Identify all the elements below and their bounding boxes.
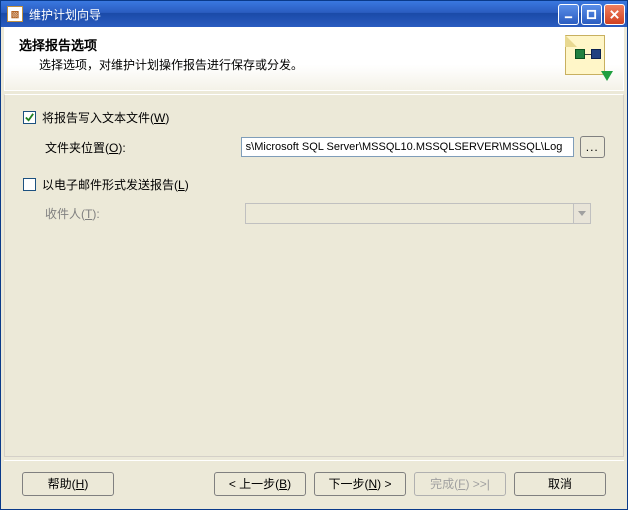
app-icon: ▧: [7, 6, 23, 22]
chevron-down-icon: [578, 211, 586, 216]
close-button[interactable]: [604, 4, 625, 25]
cancel-button[interactable]: 取消: [514, 472, 606, 496]
recipient-row: 收件人(T):: [45, 203, 605, 224]
recipient-combo-text: [246, 204, 573, 223]
wizard-window: ▧ 维护计划向导 选择报告选项 选择选项，对维护计划操作报告进行保存或分发。: [0, 0, 628, 510]
email-report-row: 以电子邮件形式发送报告(L): [23, 176, 605, 193]
help-button[interactable]: 帮助(H): [22, 472, 114, 496]
minimize-button[interactable]: [558, 4, 579, 25]
ellipsis-icon: ...: [586, 140, 599, 154]
page-title: 选择报告选项: [19, 35, 611, 54]
window-controls: [558, 4, 625, 25]
write-to-file-row: 将报告写入文本文件(W): [23, 109, 605, 126]
next-button[interactable]: 下一步(N) >: [314, 472, 406, 496]
page-subtitle: 选择选项，对维护计划操作报告进行保存或分发。: [19, 56, 611, 73]
window-title: 维护计划向导: [29, 6, 558, 23]
recipient-label: 收件人(T):: [45, 205, 245, 222]
folder-location-label: 文件夹位置(O):: [45, 139, 241, 156]
write-to-file-label[interactable]: 将报告写入文本文件(W): [42, 109, 169, 126]
email-report-checkbox[interactable]: [23, 178, 36, 191]
write-to-file-checkbox[interactable]: [23, 111, 36, 124]
wizard-footer: 帮助(H) < 上一步(B) 下一步(N) > 完成(F) >>| 取消: [4, 461, 624, 506]
folder-location-input[interactable]: s\Microsoft SQL Server\MSSQL10.MSSQLSERV…: [241, 137, 574, 157]
browse-button[interactable]: ...: [580, 136, 605, 158]
email-report-label[interactable]: 以电子邮件形式发送报告(L): [42, 176, 189, 193]
wizard-header: 选择报告选项 选择选项，对维护计划操作报告进行保存或分发。: [4, 27, 624, 91]
back-button[interactable]: < 上一步(B): [214, 472, 306, 496]
maximize-button[interactable]: [581, 4, 602, 25]
wizard-graphic: [561, 33, 613, 81]
wizard-header-text: 选择报告选项 选择选项，对维护计划操作报告进行保存或分发。: [19, 35, 611, 73]
folder-location-row: 文件夹位置(O): s\Microsoft SQL Server\MSSQL10…: [45, 136, 605, 158]
titlebar: ▧ 维护计划向导: [1, 1, 627, 27]
recipient-combo-arrow: [573, 204, 590, 223]
wizard-content: 将报告写入文本文件(W) 文件夹位置(O): s\Microsoft SQL S…: [4, 94, 624, 457]
finish-button: 完成(F) >>|: [414, 472, 506, 496]
recipient-combo: [245, 203, 591, 224]
